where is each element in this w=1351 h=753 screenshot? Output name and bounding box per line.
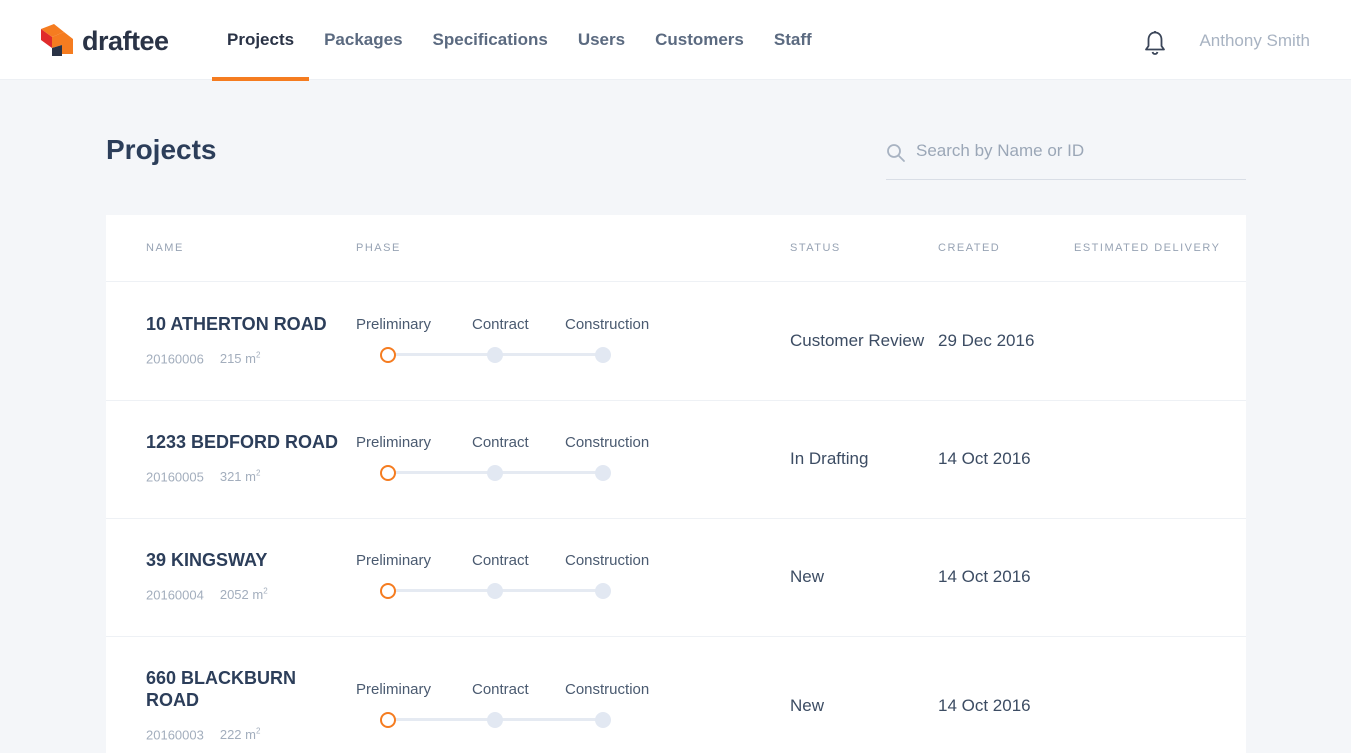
nav-item-specifications[interactable]: Specifications [418,0,563,80]
draftee-logo-icon [41,24,73,56]
nav-item-users[interactable]: Users [563,0,640,80]
nav-item-projects[interactable]: Projects [212,0,310,81]
project-area: 215 m2 [219,351,261,367]
project-meta: 20160004 2052 m2 [146,587,268,602]
project-meta: 20160006 215 m2 [146,351,260,366]
phase-label-preliminary: Preliminary [356,681,432,698]
phase-progress: Preliminary Contract Construction [356,681,676,731]
phase-dot-contract [487,712,503,728]
column-header-created[interactable]: CREATED [938,242,1000,254]
column-header-estimated-delivery[interactable]: ESTIMATED DELIVERY [1074,242,1220,254]
phase-label-contract: Contract [472,681,529,698]
phase-label-preliminary: Preliminary [356,316,432,333]
phase-label-preliminary: Preliminary [356,552,432,569]
phase-dot-preliminary [380,712,396,728]
phase-label-construction: Construction [565,552,650,569]
search-input[interactable] [916,141,1216,161]
phase-dot-contract [487,583,503,599]
phase-dot-preliminary [380,347,396,363]
project-id: 20160006 [146,351,204,367]
project-status: Customer Review [790,331,925,350]
phase-label-preliminary: Preliminary [356,434,432,451]
nav-item-packages[interactable]: Packages [309,0,417,80]
phase-label-construction: Construction [565,316,650,333]
project-name[interactable]: 10 ATHERTON ROAD [146,313,351,335]
column-header-name[interactable]: NAME [146,242,184,254]
top-navigation-bar: draftee Projects Packages Specifications… [0,0,1351,81]
phase-dot-construction [595,712,611,728]
phase-dot-contract [487,347,503,363]
table-row[interactable]: 660 BLACKBURN ROAD 20160003 222 m2 Prelim… [106,637,1246,753]
phase-progress: Preliminary Contract Construction [356,316,676,366]
page-title: Projects [106,134,217,165]
table-header: NAME PHASE STATUS CREATED ESTIMATED DELI… [106,215,1246,282]
search-box [886,136,1246,180]
project-id: 20160005 [146,469,204,485]
column-header-phase[interactable]: PHASE [356,242,401,254]
app-logo[interactable]: draftee [40,24,169,58]
phase-dot-preliminary [380,465,396,481]
project-created-date: 14 Oct 2016 [938,567,1031,586]
logo-wordmark: draftee [82,25,169,56]
project-name[interactable]: 39 KINGSWAY [146,549,351,571]
project-created-date: 14 Oct 2016 [938,449,1031,468]
project-area: 2052 m2 [219,587,268,603]
projects-table: NAME PHASE STATUS CREATED ESTIMATED DELI… [106,215,1246,753]
project-name[interactable]: 1233 BEDFORD ROAD [146,431,361,453]
phase-dot-construction [595,465,611,481]
bell-icon[interactable] [1143,30,1167,56]
project-name[interactable]: 660 BLACKBURN ROAD [146,667,336,711]
phase-progress: Preliminary Contract Construction [356,434,676,484]
phase-progress: Preliminary Contract Construction [356,552,676,602]
phase-dot-preliminary [380,583,396,599]
table-row[interactable]: 39 KINGSWAY 20160004 2052 m2 Preliminary … [106,519,1246,637]
phase-label-construction: Construction [565,434,650,451]
project-area: 321 m2 [219,469,261,485]
project-status: In Drafting [790,449,869,468]
nav-item-customers[interactable]: Customers [640,0,759,80]
main-nav: Projects Packages Specifications Users C… [212,0,827,81]
project-status: New [790,696,825,715]
project-id: 20160003 [146,727,204,743]
project-created-date: 29 Dec 2016 [938,331,1035,350]
search-icon [887,144,905,162]
phase-dot-construction [595,347,611,363]
phase-dot-contract [487,465,503,481]
project-meta: 20160005 321 m2 [146,469,260,484]
project-status: New [790,567,825,586]
phase-label-contract: Contract [472,434,529,451]
phase-label-contract: Contract [472,316,529,333]
table-row[interactable]: 10 ATHERTON ROAD 20160006 215 m2 Prelimin… [106,283,1246,401]
user-menu[interactable]: Anthony Smith [1199,31,1310,51]
project-area: 222 m2 [219,727,261,743]
phase-label-contract: Contract [472,552,529,569]
nav-item-staff[interactable]: Staff [759,0,827,80]
phase-dot-construction [595,583,611,599]
project-meta: 20160003 222 m2 [146,727,260,742]
table-row[interactable]: 1233 BEDFORD ROAD 20160005 321 m2 Prelimi… [106,401,1246,519]
column-header-status[interactable]: STATUS [790,242,841,254]
phase-label-construction: Construction [565,681,650,698]
project-created-date: 14 Oct 2016 [938,696,1031,715]
project-id: 20160004 [146,587,204,603]
